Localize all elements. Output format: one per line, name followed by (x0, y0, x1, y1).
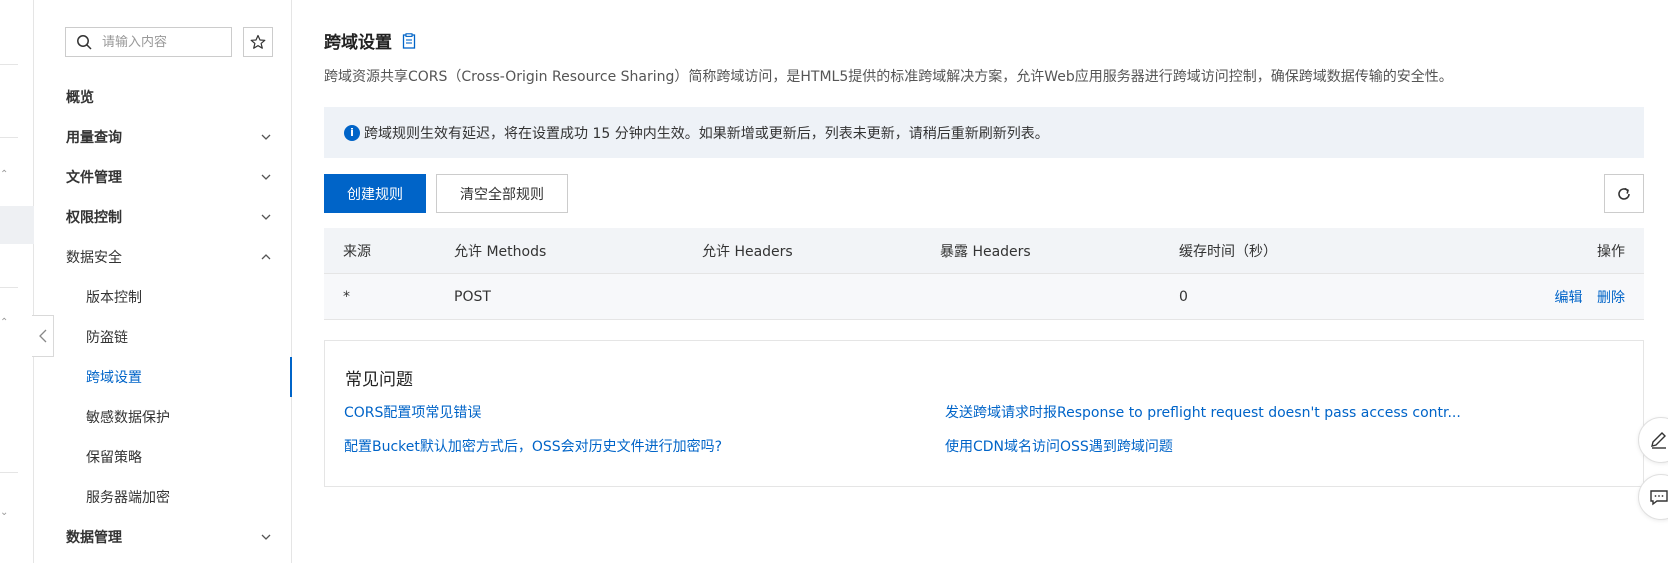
sidebar-item-label: 用量查询 (66, 130, 122, 146)
rail-chevron-icon[interactable]: ⌃ (0, 170, 10, 180)
sidebar-item-cors[interactable]: 跨域设置 (34, 357, 292, 397)
search-input[interactable] (102, 34, 212, 50)
sidebar-item-permissions[interactable]: 权限控制 (34, 197, 292, 237)
chevron-down-icon (261, 534, 271, 540)
refresh-icon (1618, 187, 1630, 200)
column-header-expose-headers: 暴露 Headers (940, 243, 1031, 260)
faq-link[interactable]: 使用CDN域名访问OSS遇到跨域问题 (945, 436, 1173, 456)
faq-panel: 常见问题 CORS配置项常见错误 发送跨域请求时报Response to pre… (324, 340, 1644, 487)
star-icon (250, 34, 266, 49)
rail-divider (0, 472, 18, 473)
notice-banner: i 跨域规则生效有延迟，将在设置成功 15 分钟内生效。如果新增或更新后，列表未… (324, 107, 1644, 158)
chevron-left-icon (38, 329, 46, 343)
rail-chevron-icon[interactable]: ⌃ (0, 318, 10, 328)
cell-methods: POST (454, 288, 491, 305)
sidebar-item-label: 文件管理 (66, 170, 122, 186)
faq-title: 常见问题 (345, 370, 413, 390)
page-header: 跨域设置 (324, 28, 416, 53)
cors-rules-table: 来源 允许 Methods 允许 Headers 暴露 Headers 缓存时间… (324, 228, 1644, 320)
sidebar-item-label: 防盗链 (86, 330, 128, 346)
sidebar: 概览 用量查询 文件管理 权限控制 数据安全 版本控制 防盗链 跨域设置 敏感数… (34, 0, 292, 563)
faq-link[interactable]: 配置Bucket默认加密方式后，OSS会对历史文件进行加密吗? (344, 436, 722, 456)
faq-link[interactable]: 发送跨域请求时报Response to preflight request do… (945, 402, 1461, 422)
rail-active-item[interactable] (0, 206, 34, 244)
sidebar-item-label: 数据安全 (66, 250, 122, 266)
chevron-down-icon (261, 174, 271, 180)
table-header: 来源 允许 Methods 允许 Headers 暴露 Headers 缓存时间… (324, 228, 1644, 274)
cell-actions: 编辑 删除 (1479, 287, 1644, 307)
sidebar-item-label: 服务器端加密 (86, 490, 170, 506)
sidebar-item-data-security[interactable]: 数据安全 (34, 237, 292, 277)
column-header-origin: 来源 (343, 243, 371, 260)
sidebar-item-versioning[interactable]: 版本控制 (34, 277, 292, 317)
page-title: 跨域设置 (324, 33, 392, 53)
app-rail: ⌃ ⌃ ⌄ (0, 0, 34, 563)
sidebar-item-overview[interactable]: 概览 (34, 77, 292, 117)
sidebar-item-label: 跨域设置 (86, 370, 142, 386)
create-rule-button[interactable]: 创建规则 (324, 174, 426, 213)
sidebar-item-sensitive-data[interactable]: 敏感数据保护 (34, 397, 292, 437)
notice-text: 跨域规则生效有延迟，将在设置成功 15 分钟内生效。如果新增或更新后，列表未更新… (364, 125, 1049, 142)
sidebar-item-files[interactable]: 文件管理 (34, 157, 292, 197)
sidebar-item-encryption[interactable]: 服务器端加密 (34, 477, 292, 517)
sidebar-item-label: 数据管理 (66, 530, 122, 546)
table-row: * POST 0 编辑 删除 (324, 274, 1644, 320)
page-description: 跨域资源共享CORS（Cross-Origin Resource Sharing… (324, 69, 1453, 85)
document-icon[interactable] (402, 32, 416, 49)
delete-link[interactable]: 删除 (1597, 290, 1625, 306)
rail-divider (0, 137, 18, 138)
sidebar-item-label: 权限控制 (66, 210, 122, 226)
sidebar-item-data-management[interactable]: 数据管理 (34, 517, 292, 557)
column-header-allow-headers: 允许 Headers (702, 243, 793, 260)
refresh-button[interactable] (1604, 174, 1644, 213)
column-header-cache-time: 缓存时间（秒） (1179, 243, 1277, 260)
pencil-icon (1651, 432, 1666, 449)
sidebar-item-retention[interactable]: 保留策略 (34, 437, 292, 477)
sidebar-item-hotlink-protection[interactable]: 防盗链 (34, 317, 292, 357)
sidebar-collapse-button[interactable] (32, 315, 54, 357)
chevron-down-icon (261, 214, 271, 220)
column-header-actions: 操作 (1597, 243, 1625, 260)
search-icon (77, 35, 92, 50)
sidebar-item-label: 保留策略 (86, 450, 142, 466)
favorite-button[interactable] (243, 27, 273, 57)
info-icon: i (344, 124, 360, 141)
rail-divider (0, 64, 18, 65)
chevron-up-icon (261, 254, 271, 260)
sidebar-item-label: 敏感数据保护 (86, 410, 170, 426)
sidebar-item-usage[interactable]: 用量查询 (34, 117, 292, 157)
chat-icon (1650, 490, 1668, 506)
clear-all-rules-button[interactable]: 清空全部规则 (436, 174, 568, 213)
cell-origin: * (343, 288, 350, 305)
sidebar-item-label: 概览 (66, 90, 94, 106)
chevron-down-icon (261, 134, 271, 140)
sidebar-nav: 概览 用量查询 文件管理 权限控制 数据安全 版本控制 防盗链 跨域设置 敏感数… (34, 77, 292, 557)
rail-divider (0, 287, 18, 288)
column-header-methods: 允许 Methods (454, 243, 547, 260)
sidebar-item-label: 版本控制 (86, 290, 142, 306)
faq-link[interactable]: CORS配置项常见错误 (344, 402, 481, 422)
edit-link[interactable]: 编辑 (1555, 290, 1583, 306)
rail-chevron-icon[interactable]: ⌄ (0, 508, 10, 518)
search-box (65, 27, 232, 57)
cell-cache-time: 0 (1179, 288, 1188, 305)
